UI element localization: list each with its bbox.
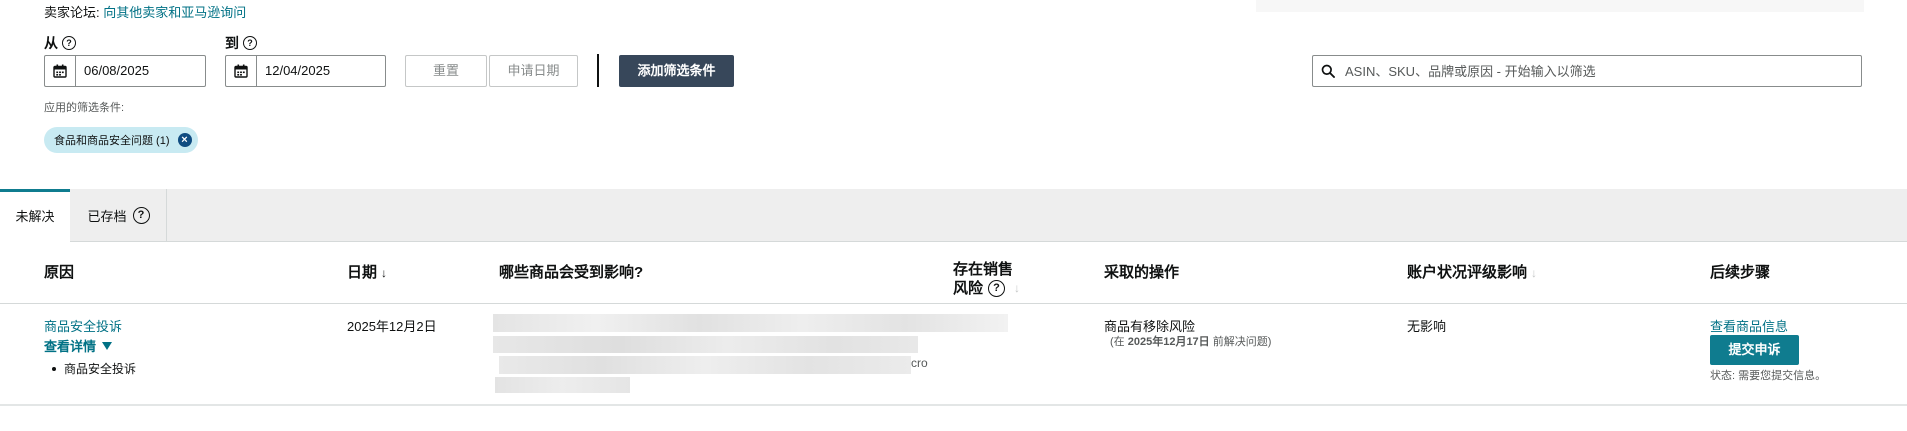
close-icon[interactable]: ×: [177, 133, 192, 147]
header-divider: [0, 303, 1907, 304]
to-label-text: 到: [225, 35, 239, 51]
filter-chip-label: 食品和商品安全问题 (1): [54, 135, 170, 147]
seller-forum-label: 卖家论坛:: [44, 5, 100, 20]
bullet-text: 商品安全投诉: [64, 362, 137, 376]
view-details-label[interactable]: 查看详情: [44, 336, 96, 355]
view-listing-link[interactable]: 查看商品信息: [1710, 316, 1788, 335]
sort-down-icon[interactable]: ↓: [1531, 266, 1537, 280]
search-box[interactable]: [1312, 55, 1862, 87]
row-divider: [0, 404, 1907, 406]
submit-appeal-button[interactable]: 提交申诉: [1710, 335, 1799, 365]
search-icon: [1313, 64, 1343, 78]
product-text-fragment: cro: [911, 356, 928, 370]
view-details-link[interactable]: 查看详情: [44, 336, 113, 355]
reset-button[interactable]: 重置: [405, 55, 487, 87]
to-label: 到 ?: [225, 33, 257, 53]
calendar-icon[interactable]: [226, 56, 257, 86]
status-text: 状态: 需要您提交信息。: [1710, 370, 1827, 382]
column-header-risk-line2: 风险: [953, 280, 984, 297]
from-label: 从 ?: [44, 33, 76, 53]
health-impact: 无影响: [1407, 319, 1447, 334]
column-header-action: 采取的操作: [1104, 264, 1180, 281]
list-item: 商品安全投诉: [52, 360, 136, 377]
reason-link[interactable]: 商品安全投诉: [44, 316, 122, 335]
sort-down-icon[interactable]: ↓: [1014, 279, 1020, 298]
column-header-risk-line1: 存在销售: [953, 261, 1014, 278]
tab-archived[interactable]: 已存档 ?: [71, 189, 167, 241]
redacted-product-line: [499, 356, 911, 374]
help-icon[interactable]: ?: [62, 36, 76, 50]
calendar-icon[interactable]: [45, 56, 76, 86]
to-date-field[interactable]: 12/04/2025: [225, 55, 386, 87]
column-header-health-label[interactable]: 账户状况评级影响: [1407, 264, 1527, 281]
help-icon[interactable]: ?: [243, 36, 257, 50]
seller-forum: 卖家论坛: 向其他卖家和亚马逊询问: [44, 2, 246, 21]
column-header-risk: 存在销售 风险 ? ↓: [953, 260, 1020, 298]
from-date-value[interactable]: 06/08/2025: [76, 56, 149, 86]
request-date-button[interactable]: 申请日期: [489, 55, 578, 87]
tab-unresolved[interactable]: 未解决: [0, 189, 70, 242]
column-header-reason: 原因: [44, 264, 75, 281]
filter-chip: 食品和商品安全问题 (1) ×: [44, 127, 198, 153]
tab-archived-label[interactable]: 已存档: [87, 206, 126, 225]
top-panel: [1256, 0, 1864, 12]
column-header-date[interactable]: 日期 ↓: [347, 261, 387, 282]
redacted-product-line: [495, 377, 630, 393]
row-date: 2025年12月2日: [347, 319, 437, 334]
column-header-affected: 哪些商品会受到影响?: [499, 264, 644, 281]
from-date-field[interactable]: 06/08/2025: [44, 55, 206, 87]
action-deadline-date: 2025年12月17日: [1127, 336, 1210, 348]
column-header-next-steps: 后续步骤: [1710, 264, 1771, 281]
column-header-date-label[interactable]: 日期: [347, 264, 377, 281]
seller-forum-link[interactable]: 向其他卖家和亚马逊询问: [103, 5, 246, 20]
applied-filters-label: 应用的筛选条件:: [44, 102, 125, 114]
action-deadline: (在 2025年12月17日 前解决问题): [1110, 333, 1271, 349]
from-label-text: 从: [44, 35, 58, 51]
search-input[interactable]: [1343, 62, 1861, 80]
help-icon[interactable]: ?: [132, 206, 150, 224]
to-date-value[interactable]: 12/04/2025: [257, 56, 330, 86]
column-header-health[interactable]: 账户状况评级影响 ↓: [1407, 261, 1537, 282]
redacted-product-line: [493, 314, 1008, 332]
help-icon[interactable]: ?: [988, 280, 1006, 297]
action-deadline-suffix: 前解决问题): [1209, 336, 1272, 348]
add-filter-button[interactable]: 添加筛选条件: [619, 55, 734, 87]
caret-down-icon[interactable]: [102, 341, 113, 350]
divider: [597, 54, 599, 87]
sort-down-icon[interactable]: ↓: [381, 266, 387, 280]
tab-bar: [0, 189, 1907, 242]
redacted-product-line: [493, 336, 918, 353]
bullet-icon: [52, 366, 56, 371]
action-deadline-prefix: (在: [1110, 336, 1128, 348]
